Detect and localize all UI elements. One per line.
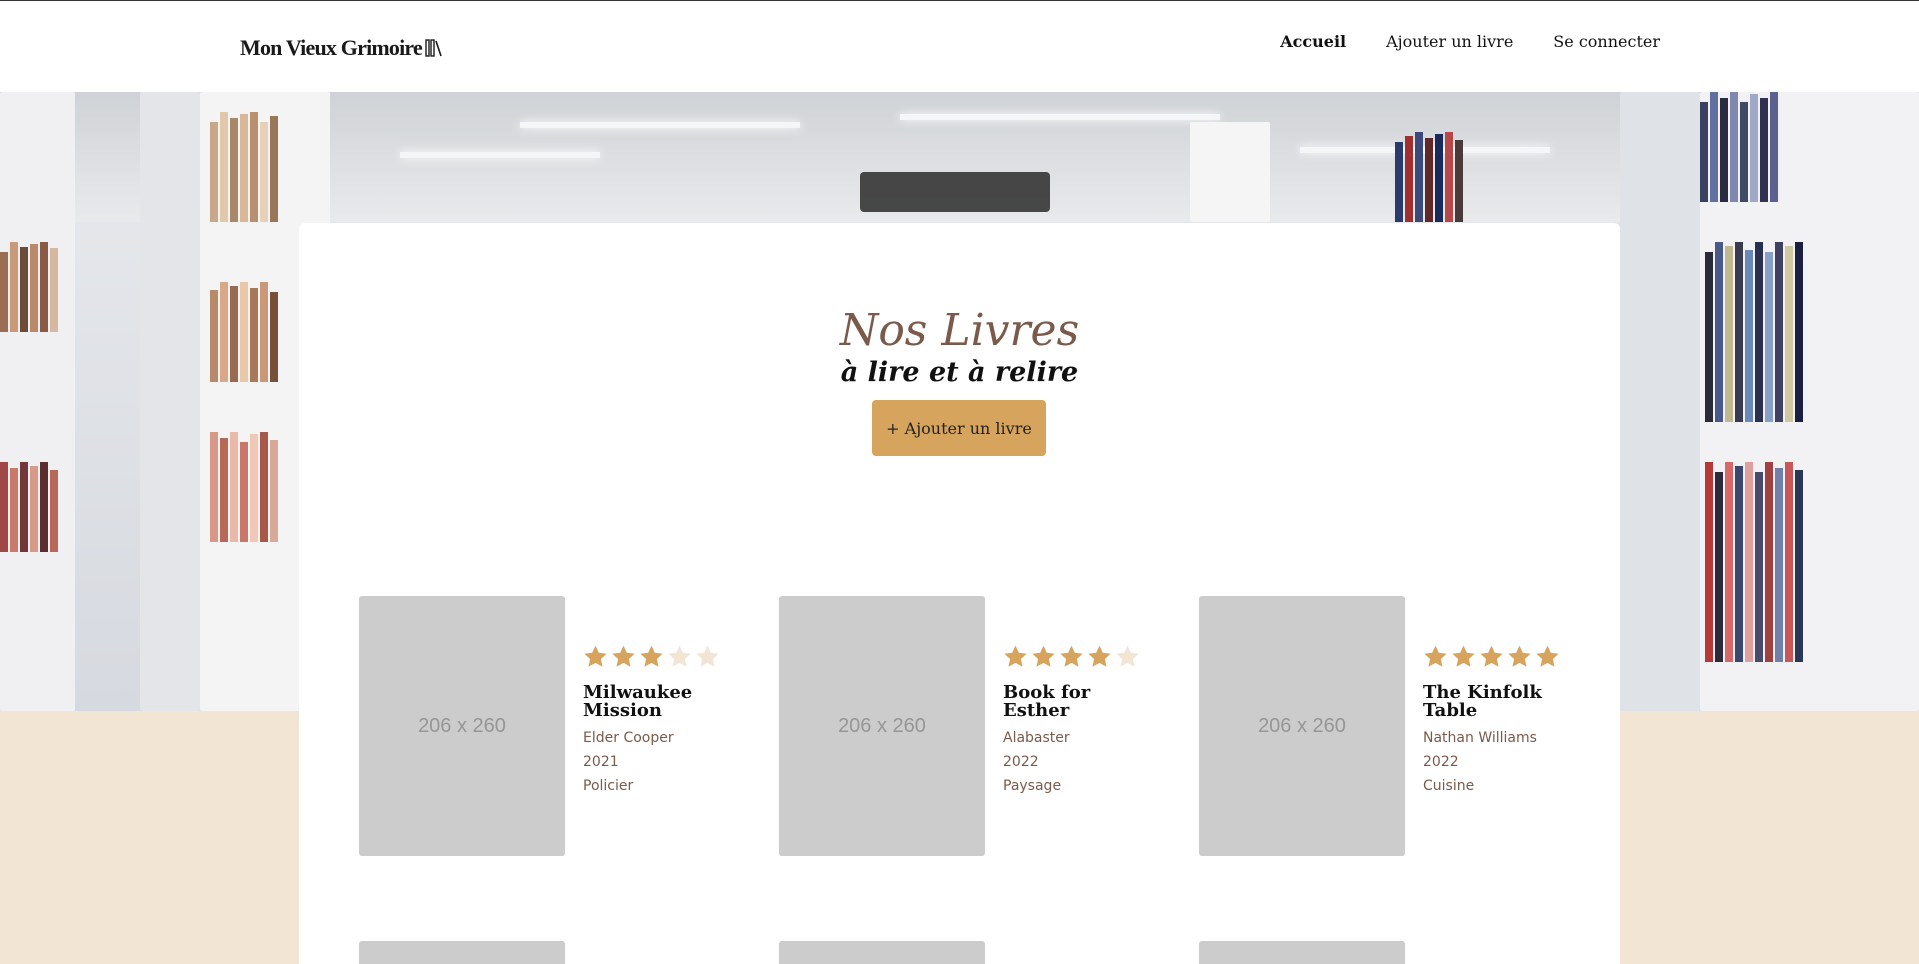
- star-icon: [612, 645, 635, 667]
- rating-stars: [1423, 644, 1573, 672]
- book-cover-placeholder[interactable]: [359, 941, 565, 964]
- nav-se-connecter[interactable]: Se connecter: [1553, 32, 1660, 51]
- book-cover-placeholder[interactable]: [779, 941, 985, 964]
- book-author: Elder Cooper: [583, 730, 674, 746]
- books-card: Nos Livres à lire et à relire + Ajouter …: [299, 223, 1620, 964]
- logo-text: Mon Vieux Grimoire: [240, 35, 423, 60]
- book-year: 2022: [1003, 754, 1039, 770]
- book-card[interactable]: 206 x 260 Book for Esther Alabaster 2022…: [779, 596, 1179, 858]
- book-card[interactable]: 206 x 260 The Kinfolk Table Nathan Willi…: [1199, 596, 1599, 858]
- book-genre: Policier: [583, 778, 634, 794]
- book-card[interactable]: 206 x 260 Milwaukee Mission Elder Cooper…: [359, 596, 759, 858]
- book-cover-placeholder: 206 x 260: [1199, 596, 1405, 856]
- book-author: Alabaster: [1003, 730, 1070, 746]
- book-cover-placeholder: 206 x 260: [359, 596, 565, 856]
- nav-ajouter-livre[interactable]: Ajouter un livre: [1386, 32, 1513, 51]
- page-subtitle: à lire et à relire: [840, 357, 1079, 388]
- book-title: Book for Esther: [1003, 682, 1091, 721]
- star-icon: [1424, 645, 1447, 667]
- book-cover-placeholder[interactable]: [1199, 941, 1405, 964]
- star-icon: [1004, 645, 1027, 667]
- star-icon: [1452, 645, 1475, 667]
- book-genre: Cuisine: [1423, 778, 1475, 794]
- site-header: Mon Vieux Grimoire Accueil Ajouter un li…: [0, 0, 1919, 92]
- star-icon: [1480, 645, 1503, 667]
- main-nav: Accueil Ajouter un livre Se connecter: [1280, 32, 1660, 51]
- star-icon: [1508, 645, 1531, 667]
- star-icon: [1060, 645, 1083, 667]
- book-genre: Paysage: [1003, 778, 1062, 794]
- bookshelf-icon: [425, 39, 442, 57]
- book-cover-placeholder: 206 x 260: [779, 596, 985, 856]
- star-icon: [640, 645, 663, 667]
- rating-stars: [583, 644, 733, 672]
- logo[interactable]: Mon Vieux Grimoire: [240, 35, 443, 61]
- star-icon: [1536, 645, 1559, 667]
- add-book-button[interactable]: + Ajouter un livre: [872, 400, 1046, 456]
- page-title: Nos Livres: [839, 305, 1080, 356]
- book-title: Milwaukee Mission: [583, 682, 693, 721]
- star-icon: [668, 645, 691, 667]
- nav-accueil[interactable]: Accueil: [1280, 32, 1346, 51]
- star-icon: [696, 645, 719, 667]
- star-icon: [1116, 645, 1139, 667]
- star-icon: [584, 645, 607, 667]
- book-title: The Kinfolk Table: [1423, 682, 1542, 721]
- book-year: 2021: [583, 754, 619, 770]
- star-icon: [1032, 645, 1055, 667]
- book-year: 2022: [1423, 754, 1459, 770]
- rating-stars: [1003, 644, 1153, 672]
- book-author: Nathan Williams: [1423, 730, 1537, 746]
- star-icon: [1088, 645, 1111, 667]
